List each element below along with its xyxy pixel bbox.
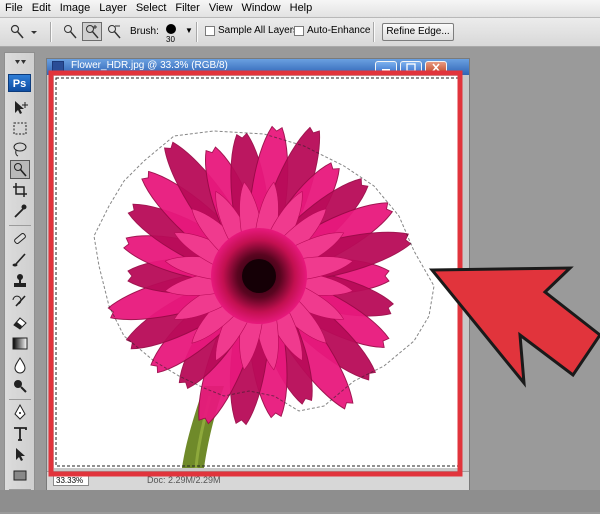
brush-size: 30: [166, 35, 175, 44]
clone-stamp-tool[interactable]: [10, 271, 30, 290]
zoom-value: 33.33%: [56, 476, 84, 485]
brush-dropdown-icon[interactable]: ▼: [185, 26, 193, 35]
menu-bar: File Edit Image Layer Select Filter View…: [0, 0, 600, 18]
menu-window[interactable]: Window: [237, 0, 285, 17]
toolbox-separator: [9, 399, 31, 400]
shape-tool[interactable]: [10, 466, 30, 485]
maximize-icon: [406, 63, 416, 72]
crop-icon: [13, 183, 27, 197]
eraser-icon: [13, 317, 27, 330]
document-title: Flower_HDR.jpg @ 33.3% (RGB/8): [71, 60, 228, 71]
close-button[interactable]: [425, 61, 447, 74]
marquee-icon: [13, 122, 27, 135]
quick-selection-tool[interactable]: [10, 160, 30, 179]
auto-enhance-checkbox[interactable]: [294, 26, 304, 36]
status-bar: 33.33% Doc: 2.29M/2.29M: [47, 471, 469, 490]
menu-select[interactable]: Select: [131, 0, 171, 17]
auto-enhance-label: Auto-Enhance: [307, 25, 371, 36]
menu-view[interactable]: View: [204, 0, 237, 17]
toolbox: Ps: [4, 52, 35, 512]
refine-edge-button[interactable]: Refine Edge...: [382, 23, 454, 41]
sample-all-layers-checkbox[interactable]: [205, 26, 215, 36]
path-selection-tool[interactable]: [10, 445, 30, 464]
options-separator: [373, 22, 375, 42]
crop-tool[interactable]: [10, 181, 30, 200]
menu-help[interactable]: Help: [285, 0, 317, 17]
flower-image: [55, 77, 460, 468]
menu-edit[interactable]: Edit: [27, 0, 55, 17]
rectangle-icon: [13, 470, 27, 481]
workspace-bottom: [0, 490, 600, 512]
blur-tool[interactable]: [10, 355, 30, 374]
close-icon: [432, 63, 440, 72]
document-info: Doc: 2.29M/2.29M: [147, 475, 221, 485]
move-icon: [15, 101, 28, 114]
options-separator: [196, 22, 198, 42]
dodge-icon: [14, 380, 27, 393]
quick-selection-new-icon: [64, 25, 77, 39]
menu-image[interactable]: Image: [55, 0, 95, 17]
move-tool[interactable]: [10, 98, 30, 117]
sample-all-layers-label: Sample All Layers: [218, 25, 299, 36]
gradient-icon: [12, 337, 28, 350]
eyedropper-tool[interactable]: [10, 202, 30, 221]
document-icon: [52, 61, 64, 73]
healing-brush-icon: [14, 233, 26, 244]
document-window: Flower_HDR.jpg @ 33.3% (RGB/8) 33.33% Do…: [46, 58, 470, 490]
brush-label: Brush:: [130, 26, 159, 37]
photoshop-logo[interactable]: Ps: [8, 74, 31, 92]
type-icon: [14, 427, 27, 441]
eyedropper-icon: [14, 204, 27, 218]
gradient-tool[interactable]: [10, 334, 30, 353]
image-canvas[interactable]: [54, 76, 461, 468]
menu-layer[interactable]: Layer: [94, 0, 131, 17]
blur-icon: [14, 357, 26, 374]
history-brush-icon: [12, 295, 26, 307]
eraser-tool[interactable]: [10, 313, 30, 332]
pen-tool[interactable]: [10, 403, 30, 422]
quick-selection-add-icon: [86, 25, 99, 39]
minimize-icon: [382, 69, 390, 71]
minimize-button[interactable]: [375, 61, 397, 74]
pen-icon: [14, 403, 26, 420]
quick-selection-subtract-icon: [108, 25, 121, 39]
brush-tool[interactable]: [10, 250, 30, 269]
marquee-tool[interactable]: [10, 119, 30, 138]
lasso-tool[interactable]: [10, 140, 30, 159]
options-bar: Brush: 30 ▼ Sample All Layers Auto-Enhan…: [0, 18, 600, 47]
quick-selection-preset-icon: [10, 24, 37, 39]
subtract-from-selection-button[interactable]: [104, 22, 124, 41]
document-titlebar[interactable]: Flower_HDR.jpg @ 33.3% (RGB/8): [47, 59, 469, 75]
brush-preview-icon[interactable]: [166, 24, 176, 34]
new-selection-button[interactable]: [60, 22, 80, 41]
clone-stamp-icon: [14, 274, 26, 287]
healing-brush-tool[interactable]: [10, 229, 30, 248]
type-tool[interactable]: [10, 424, 30, 443]
quick-selection-icon: [14, 163, 27, 177]
lasso-icon: [13, 142, 27, 157]
toolbox-grip-icon[interactable]: [8, 56, 31, 68]
brush-icon: [12, 253, 26, 267]
menu-file[interactable]: File: [0, 0, 27, 17]
dodge-tool[interactable]: [10, 376, 30, 395]
toolbox-separator: [9, 225, 31, 226]
path-selection-icon: [16, 448, 25, 461]
zoom-field[interactable]: 33.33%: [53, 475, 89, 486]
maximize-button[interactable]: [400, 61, 422, 74]
menu-filter[interactable]: Filter: [170, 0, 203, 17]
add-to-selection-button[interactable]: [82, 22, 102, 41]
history-brush-tool[interactable]: [10, 292, 30, 311]
options-separator: [50, 22, 52, 42]
tool-preset-picker[interactable]: [6, 22, 40, 42]
